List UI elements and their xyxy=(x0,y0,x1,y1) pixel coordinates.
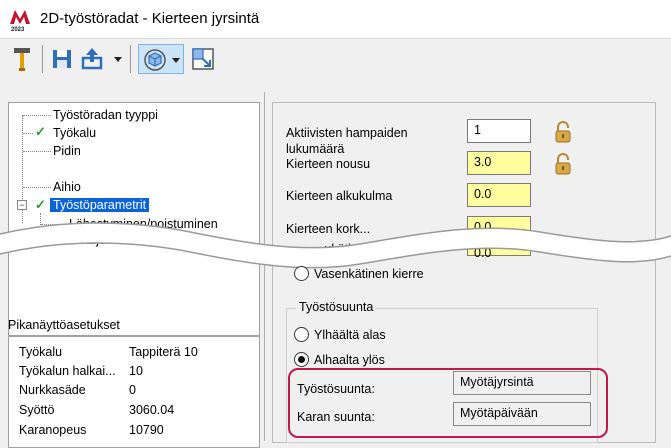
title-bar: 2023 2D-työstöradat - Kierteen jyrsintä xyxy=(0,0,671,38)
tree-item-holder[interactable]: Pidin xyxy=(53,144,81,158)
tree-guide-line xyxy=(23,115,51,116)
left-hand-thread-radio[interactable] xyxy=(294,266,309,281)
teeth-count-input[interactable]: 1 xyxy=(467,119,531,143)
torn-edge-overlay xyxy=(0,222,671,269)
quick-setting-value: Tappiterä 10 xyxy=(129,345,198,359)
table-row: Työkalu Tappiterä 10 xyxy=(9,343,259,363)
toolbar xyxy=(0,38,671,81)
toolbar-separator xyxy=(130,45,131,73)
table-row: Syöttö 3060.04 xyxy=(9,401,259,421)
thread-start-angle-input[interactable]: 0.0 xyxy=(467,183,531,207)
chevron-down-icon xyxy=(172,58,180,63)
top-down-radio[interactable] xyxy=(294,327,309,342)
chevron-down-icon[interactable] xyxy=(112,44,124,74)
thread-pitch-input[interactable]: 3.0 xyxy=(467,151,531,175)
machining-direction-group-label: Työstösuunta xyxy=(296,300,377,314)
quick-setting-label: Syöttö xyxy=(19,403,55,417)
tree-item-toolpath-type[interactable]: Työstöradan tyyppi xyxy=(53,108,158,122)
teeth-count-label: Aktiivisten hampaiden lukumäärä xyxy=(286,126,408,156)
svg-text:2023: 2023 xyxy=(11,27,25,32)
toolbar-separator xyxy=(42,45,43,73)
checkmark-icon: ✓ xyxy=(35,124,46,139)
tree-item-stock[interactable]: Aihio xyxy=(53,180,81,194)
table-row: Nurkkasäde 0 xyxy=(9,381,259,401)
bottom-up-label: Alhaalta ylös xyxy=(314,353,385,367)
quick-setting-value: 3060.04 xyxy=(129,403,175,417)
window-title: 2D-työstöradat - Kierteen jyrsintä xyxy=(40,10,260,27)
top-down-label: Ylhäältä alas xyxy=(314,328,386,342)
lock-icon[interactable] xyxy=(553,120,573,144)
machining-direction-label: Työstösuunta: xyxy=(297,382,375,396)
quick-setting-label: Nurkkasäde xyxy=(19,383,86,397)
save-icon[interactable] xyxy=(50,44,74,74)
checkmark-icon: ✓ xyxy=(35,197,46,212)
tree-guide-line xyxy=(23,187,51,188)
view-button[interactable] xyxy=(138,44,184,74)
quick-setting-value: 0 xyxy=(129,383,136,397)
collapse-icon[interactable]: − xyxy=(17,200,27,210)
quick-settings-title: Pikanäyttöasetukset xyxy=(8,318,120,332)
tree-guide-line xyxy=(23,151,51,152)
quick-setting-label: Työkalu xyxy=(19,345,63,359)
quick-setting-value: 10 xyxy=(129,364,143,378)
quick-setting-label: Työkalun halkai... xyxy=(19,364,116,378)
left-hand-thread-label: Vasenkätinen kierre xyxy=(314,267,424,281)
quick-setting-label: Karanopeus xyxy=(19,423,87,437)
window-mode-icon[interactable] xyxy=(190,44,216,74)
table-row: Karanopeus 10790 xyxy=(9,421,259,441)
quick-settings-table: Työkalu Tappiterä 10 Työkalun halkai... … xyxy=(8,336,260,448)
thread-pitch-label: Kierteen nousu xyxy=(286,157,371,171)
bottom-up-radio[interactable] xyxy=(294,352,309,367)
machining-direction-value: Myötäjyrsintä xyxy=(453,371,591,395)
tree-guide-line xyxy=(23,133,33,134)
thread-start-angle-label: Kierteen alkukulma xyxy=(286,189,393,203)
spindle-direction-value: Myötäpäivään xyxy=(453,402,591,426)
lock-icon[interactable] xyxy=(553,152,573,176)
tree-item-machining-parameters[interactable]: Työstöparametrit xyxy=(50,198,150,212)
export-icon[interactable] xyxy=(80,44,106,74)
spindle-direction-label: Karan suunta: xyxy=(297,410,375,424)
table-row: Työkalun halkai... 10 xyxy=(9,362,259,382)
tree-item-tool[interactable]: Työkalu xyxy=(53,126,96,140)
view-cube-icon xyxy=(144,49,166,71)
app-logo-icon: 2023 xyxy=(10,10,30,32)
tool-icon[interactable] xyxy=(10,44,34,74)
quick-setting-value: 10790 xyxy=(129,423,164,437)
